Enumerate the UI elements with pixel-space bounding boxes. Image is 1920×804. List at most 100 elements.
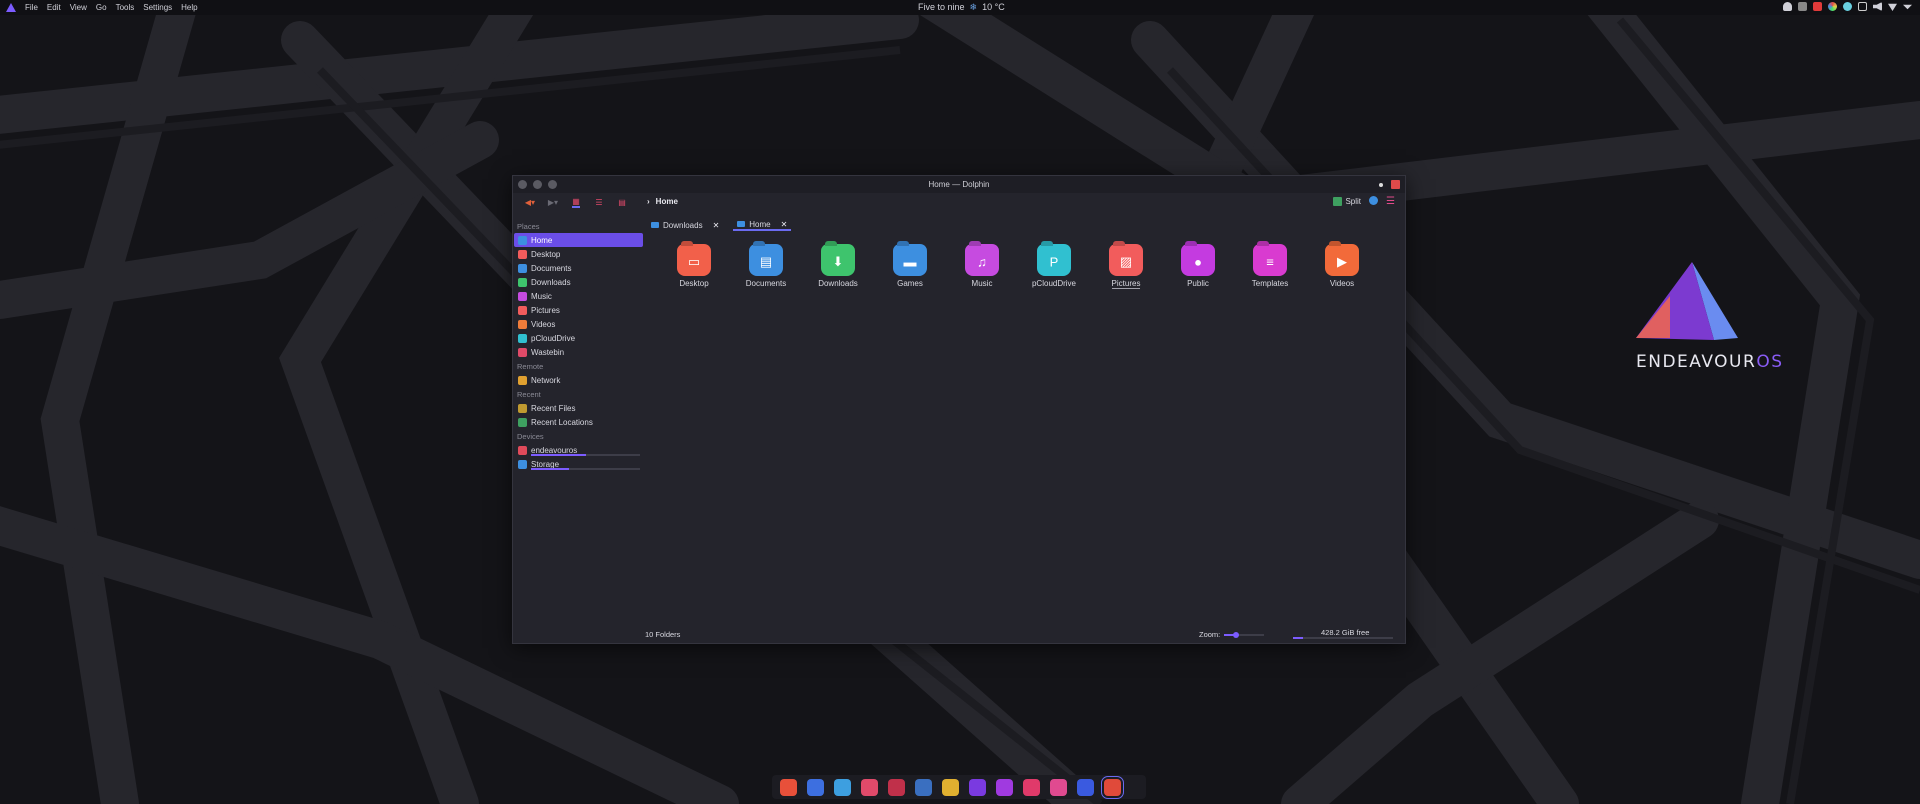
details-view-button[interactable]: ☰ xyxy=(591,196,607,208)
back-button[interactable]: ◀▾ xyxy=(522,196,538,208)
window-title: Home — Dolphin xyxy=(928,180,990,189)
steam-icon[interactable] xyxy=(1798,2,1807,11)
folder-item-desktop[interactable]: ▭ Desktop xyxy=(658,244,730,289)
sidebar-item-network[interactable]: Network xyxy=(514,373,643,387)
security-icon[interactable] xyxy=(942,778,959,796)
sidebar-item-label: Music xyxy=(531,291,552,301)
sidebar-item-wastebin[interactable]: Wastebin xyxy=(514,345,643,359)
sidebar-item-pclouddrive[interactable]: pCloudDrive xyxy=(514,331,643,345)
sidebar-item-documents[interactable]: Documents xyxy=(514,261,643,275)
close-window-icon[interactable] xyxy=(1391,180,1400,189)
icons-view-button[interactable]: ▦ xyxy=(568,196,584,208)
sidebar-item-desktop[interactable]: Desktop xyxy=(514,247,643,261)
media-icon[interactable] xyxy=(996,778,1013,796)
hamburger-icon: ☰ xyxy=(1386,196,1395,207)
zoom-slider[interactable] xyxy=(1224,631,1265,638)
folder-glyph: ▭ xyxy=(687,253,701,269)
menu-settings[interactable]: Settings xyxy=(143,3,172,12)
tab-downloads[interactable]: Downloads ✕ xyxy=(647,219,723,231)
telegram-icon[interactable] xyxy=(834,778,851,796)
folder-item-downloads[interactable]: ⬇ Downloads xyxy=(802,244,874,289)
folder-item-pictures[interactable]: ▨ Pictures xyxy=(1090,244,1162,289)
menu-view[interactable]: View xyxy=(70,3,87,12)
text-editor-icon[interactable] xyxy=(861,778,878,796)
cloud-icon[interactable] xyxy=(1843,2,1852,11)
notifications-icon[interactable] xyxy=(1783,2,1792,11)
video-app-icon[interactable] xyxy=(1023,778,1040,796)
sidebar-item-recent-files[interactable]: Recent Files xyxy=(514,401,643,415)
sidebar-item-label: Documents xyxy=(531,263,572,273)
device-usage-bar xyxy=(531,454,640,456)
sidebar-item-endeavouros[interactable]: endeavouros xyxy=(514,443,643,457)
search-button[interactable] xyxy=(1369,196,1379,207)
menu-file[interactable]: File xyxy=(25,3,38,12)
tab-label: Downloads xyxy=(663,220,703,230)
menu-tools[interactable]: Tools xyxy=(116,3,135,12)
compact-view-button[interactable]: ▤ xyxy=(614,196,630,208)
toolbar: ◀▾ ▶▾ ▦ ☰ ▤ › Home Split ☰ xyxy=(513,193,1405,212)
logo-text-main: ENDEAVOUR xyxy=(1636,352,1757,372)
breadcrumb[interactable]: › Home xyxy=(647,197,678,206)
folder-item-public[interactable]: ● Public xyxy=(1162,244,1234,289)
tab-home[interactable]: Home ✕ xyxy=(733,219,792,231)
folder-item-games[interactable]: ▬ Games xyxy=(874,244,946,289)
tab-bar: Downloads ✕ Home ✕ xyxy=(647,219,792,231)
launcher-icon[interactable] xyxy=(6,3,16,12)
close-tab-icon[interactable]: ✕ xyxy=(781,220,788,229)
desktop-folder-icon xyxy=(518,249,527,259)
window-titlebar[interactable]: Home — Dolphin xyxy=(513,176,1405,193)
sidebar-item-home[interactable]: Home xyxy=(514,233,643,247)
sidebar-item-label: Recent Locations xyxy=(531,417,593,427)
mail-icon[interactable] xyxy=(807,778,824,796)
sidebar-item-videos[interactable]: Videos xyxy=(514,317,643,331)
folder-label: Public xyxy=(1187,279,1209,288)
sidebar-item-label: Wastebin xyxy=(531,347,565,357)
split-icon xyxy=(1333,197,1343,206)
folder-glyph: ♫ xyxy=(977,254,987,270)
volume-icon[interactable] xyxy=(1873,2,1882,11)
close-tab-icon[interactable]: ✕ xyxy=(713,221,720,230)
sidebar-item-pictures[interactable]: Pictures xyxy=(514,303,643,317)
zoom-slider-handle[interactable] xyxy=(1233,631,1240,638)
split-button[interactable]: Split xyxy=(1333,197,1361,206)
menu-edit[interactable]: Edit xyxy=(47,3,61,12)
search-icon xyxy=(1369,196,1379,205)
hamburger-menu-button[interactable]: ☰ xyxy=(1386,196,1395,207)
sidebar-item-storage[interactable]: Storage xyxy=(514,457,643,471)
folder-label: Videos xyxy=(1329,279,1355,288)
folder-glyph: ▤ xyxy=(759,253,773,269)
wifi-icon[interactable] xyxy=(1888,3,1897,11)
network-app-icon[interactable] xyxy=(1077,778,1094,796)
sidebar-item-recent-locations[interactable]: Recent Locations xyxy=(514,415,643,429)
menu-go[interactable]: Go xyxy=(96,3,107,12)
color-picker-icon[interactable] xyxy=(1828,2,1837,11)
menu-help[interactable]: Help xyxy=(181,3,197,12)
pictures-folder-icon xyxy=(518,305,527,315)
home-icon xyxy=(518,235,527,245)
clipboard-icon[interactable] xyxy=(1858,2,1867,11)
sidebar-item-music[interactable]: Music xyxy=(514,289,643,303)
folder-item-videos[interactable]: ▶ Videos xyxy=(1306,244,1378,289)
folder-item-pclouddrive[interactable]: PpCloudDrive xyxy=(1018,244,1090,289)
dolphin-window: Home — Dolphin ◀▾ ▶▾ ▦ ☰ ▤ › Home Split … xyxy=(512,175,1406,644)
breadcrumb-home[interactable]: Home xyxy=(656,197,678,206)
update-icon[interactable] xyxy=(1813,2,1822,11)
tray-expand-icon[interactable] xyxy=(1903,4,1912,10)
split-label: Split xyxy=(1345,197,1362,206)
desktop-folder-icon: ▭ xyxy=(677,244,711,276)
folder-glyph: ▬ xyxy=(903,254,917,270)
keep-above-icon[interactable] xyxy=(1379,182,1383,187)
raspberry-icon[interactable] xyxy=(888,778,905,796)
folder-item-music[interactable]: ♫ Music xyxy=(946,244,1018,289)
tasks-icon[interactable] xyxy=(969,778,986,796)
sidebar-item-downloads[interactable]: Downloads xyxy=(514,275,643,289)
folder-item-templates[interactable]: ≡ Templates xyxy=(1234,244,1306,289)
dolphin-icon[interactable] xyxy=(1101,775,1124,799)
free-space-label[interactable]: 428.2 GiB free xyxy=(1321,628,1369,637)
folder-item-documents[interactable]: ▤ Documents xyxy=(730,244,802,289)
forward-button[interactable]: ▶▾ xyxy=(545,196,561,208)
firefox-icon[interactable] xyxy=(780,778,797,796)
clock-widget[interactable]: Five to nine ❄ 10 °C xyxy=(918,2,1005,13)
vpn-icon[interactable] xyxy=(915,778,932,796)
circle-app-icon[interactable] xyxy=(1050,778,1067,796)
